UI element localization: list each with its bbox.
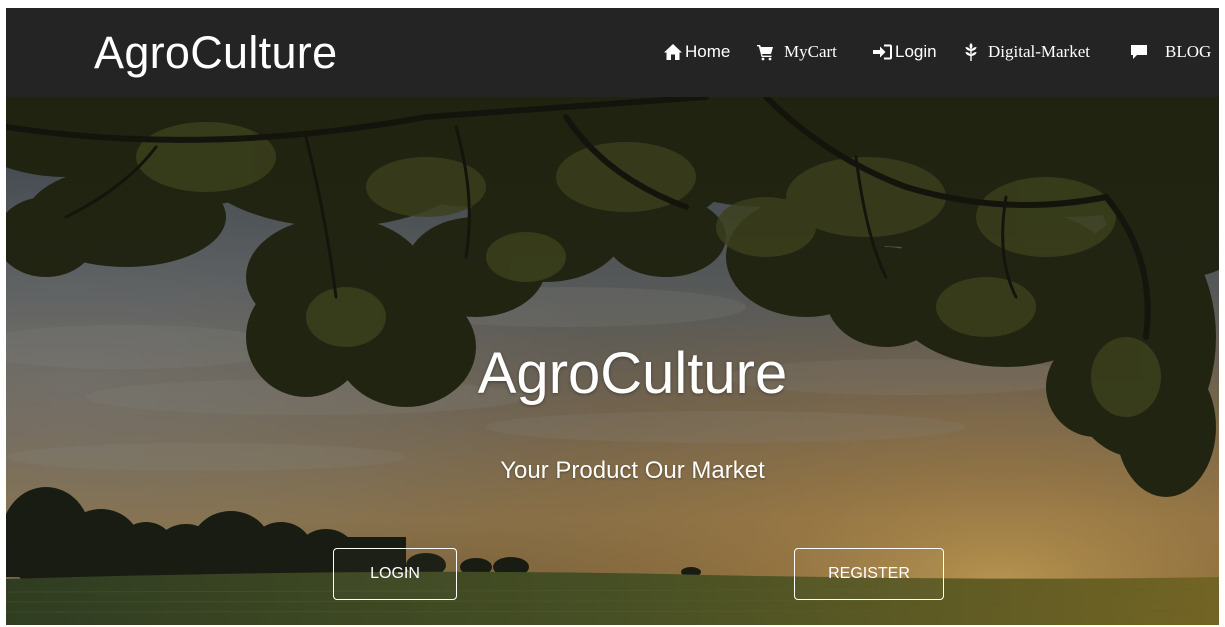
- nav-mycart-label: MyCart: [784, 42, 837, 61]
- nav-login[interactable]: Login: [872, 39, 937, 65]
- cart-icon: [756, 43, 774, 61]
- hero-subtitle: Your Product Our Market: [500, 457, 765, 484]
- nav-home-label: Home: [685, 42, 731, 61]
- home-icon: [663, 43, 683, 61]
- comment-icon: [1129, 43, 1149, 61]
- nav-blog-label: BLOG: [1165, 42, 1212, 61]
- hero-section: AgroCulture Your Product Our Market LOGI…: [6, 97, 1219, 625]
- hero-title: AgroCulture: [477, 341, 788, 406]
- leaf-icon: [964, 42, 978, 62]
- nav-digital-market[interactable]: Digital-Market: [964, 39, 1090, 65]
- login-button[interactable]: LOGIN: [333, 548, 457, 600]
- navbar: AgroCulture Home MyCart Login Digital-Ma…: [6, 8, 1219, 97]
- brand-logo[interactable]: AgroCulture: [94, 22, 337, 84]
- page: AgroCulture Home MyCart Login Digital-Ma…: [6, 8, 1219, 625]
- login-icon: [872, 43, 894, 61]
- register-button[interactable]: REGISTER: [794, 548, 944, 600]
- nav-mycart[interactable]: MyCart: [756, 39, 837, 65]
- nav-digital-market-label: Digital-Market: [988, 42, 1090, 61]
- nav-login-label: Login: [895, 42, 937, 61]
- nav-home[interactable]: Home: [663, 39, 730, 65]
- nav-blog[interactable]: BLOG: [1129, 39, 1211, 65]
